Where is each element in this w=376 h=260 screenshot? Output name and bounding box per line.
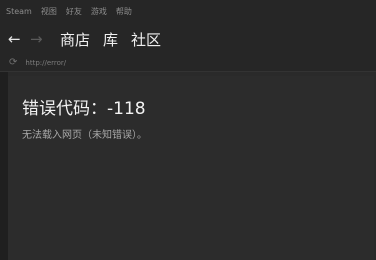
nav-link-store[interactable]: 商店	[60, 29, 90, 50]
menu-item-help[interactable]: 帮助	[116, 7, 132, 17]
left-edge	[0, 72, 8, 260]
nav-link-library[interactable]: 库	[103, 29, 118, 50]
menu-item-friends[interactable]: 好友	[66, 7, 82, 17]
error-page: 错误代码：-118 无法载入网页（未知错误）。	[8, 76, 374, 260]
reload-icon[interactable]: ⟳	[9, 57, 17, 68]
nav-link-community[interactable]: 社区	[131, 29, 161, 50]
menu-item-view[interactable]: 视图	[41, 7, 57, 17]
menu-bar: Steam 视图 好友 游戏 帮助	[0, 0, 376, 24]
url-text: http://error/	[25, 58, 67, 67]
error-code-title: 错误代码：-118	[22, 99, 146, 119]
nav-bar: ← → 商店 库 社区	[0, 24, 376, 54]
forward-arrow-icon[interactable]: →	[30, 30, 52, 48]
error-message: 无法载入网页（未知错误）。	[22, 130, 147, 141]
menu-item-games[interactable]: 游戏	[91, 7, 107, 17]
url-bar: ⟳ http://error/	[0, 54, 376, 72]
back-arrow-icon[interactable]: ←	[8, 30, 30, 48]
menu-item-steam[interactable]: Steam	[6, 7, 32, 17]
steam-window: Steam 视图 好友 游戏 帮助 ← → 商店 库 社区 ⟳ http://e…	[0, 0, 376, 260]
